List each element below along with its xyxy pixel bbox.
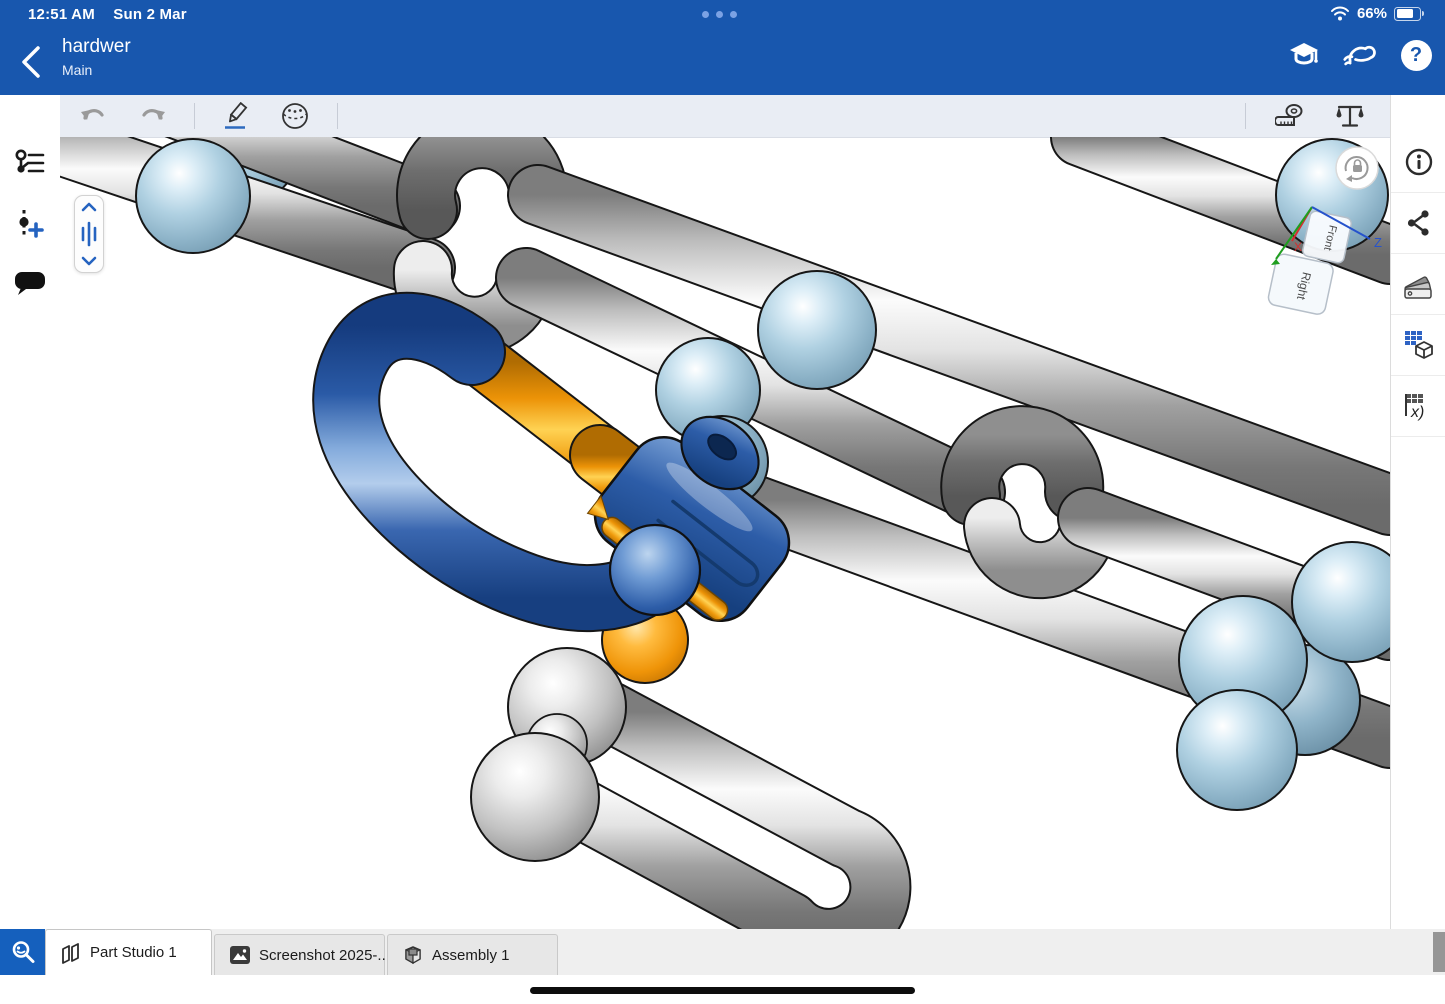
comments-button[interactable] xyxy=(0,255,60,311)
status-time-date: 12:51 AM Sun 2 Mar xyxy=(28,6,187,23)
undo-button[interactable] xyxy=(78,100,110,132)
chain-link-bottom[interactable] xyxy=(471,597,880,929)
assembly-icon xyxy=(402,944,424,966)
left-toolbar xyxy=(0,95,61,929)
part-studio-icon xyxy=(60,942,82,964)
header: 12:51 AM Sun 2 Mar 66% hardwer Main xyxy=(0,0,1445,95)
tab-label: Part Studio 1 xyxy=(90,944,177,961)
bottom-strip xyxy=(0,975,1445,1004)
rotation-lock-button[interactable] xyxy=(1336,147,1378,189)
search-icon xyxy=(10,939,36,965)
nav-row: hardwer Main ? xyxy=(0,30,1445,95)
tab-screenshot[interactable]: Screenshot 2025-... xyxy=(214,934,385,975)
graphics-area: Front Right X Z xyxy=(60,95,1390,929)
chevron-down-icon[interactable] xyxy=(81,256,97,266)
status-date: Sun 2 Mar xyxy=(113,6,186,23)
wifi-icon xyxy=(1330,6,1350,21)
header-actions: ? xyxy=(1287,38,1433,72)
toolbar-separator xyxy=(337,103,338,129)
mass-properties-button[interactable] xyxy=(1334,100,1366,132)
add-mate-connector-button[interactable] xyxy=(0,195,60,251)
redo-button[interactable] xyxy=(136,100,168,132)
status-indicators: 66% xyxy=(1330,5,1421,22)
feature-list-button[interactable] xyxy=(0,135,60,191)
axis-x-label: X xyxy=(1294,240,1302,254)
status-bar: 12:51 AM Sun 2 Mar 66% xyxy=(0,0,1445,30)
right-toolbar: x) xyxy=(1390,95,1445,929)
image-icon xyxy=(229,945,251,965)
share-icon xyxy=(1405,209,1433,237)
shackle-ball-joint[interactable] xyxy=(610,525,700,615)
toolbar-separator xyxy=(1245,103,1246,129)
feature-list-icon xyxy=(14,149,46,177)
axis-z-label: Z xyxy=(1374,235,1382,250)
scrub-slider-icon[interactable] xyxy=(79,221,99,247)
share-button[interactable] xyxy=(1391,192,1445,254)
configurations-icon xyxy=(1403,329,1435,361)
add-mate-connector-icon xyxy=(15,208,45,238)
canvas-toolbar xyxy=(60,95,1390,138)
info-button[interactable] xyxy=(1391,131,1445,193)
battery-icon xyxy=(1394,7,1421,21)
battery-percent: 66% xyxy=(1357,5,1387,22)
multitask-dots-icon xyxy=(702,11,737,18)
3d-viewport[interactable]: Front Right X Z xyxy=(60,137,1390,929)
chain-ball[interactable] xyxy=(136,139,250,253)
info-icon xyxy=(1404,147,1434,177)
document-title: hardwer xyxy=(62,36,131,58)
chevron-up-icon[interactable] xyxy=(81,202,97,212)
variables-button[interactable]: x) xyxy=(1391,375,1445,437)
status-time: 12:51 AM xyxy=(28,6,95,23)
help-icon: ? xyxy=(1410,44,1422,67)
workspace-name: Main xyxy=(62,62,92,78)
tab-bar-filler xyxy=(558,929,1445,975)
tab-label: Assembly 1 xyxy=(432,947,510,964)
configurations-button[interactable] xyxy=(1391,314,1445,376)
sketch-button[interactable] xyxy=(221,100,253,132)
render-mode-button[interactable] xyxy=(279,100,311,132)
tab-assembly[interactable]: Assembly 1 xyxy=(387,934,558,975)
home-indicator[interactable] xyxy=(530,987,915,994)
tab-label: Screenshot 2025-... xyxy=(259,947,390,964)
tab-part-studio[interactable]: Part Studio 1 xyxy=(45,929,212,975)
tab-search-button[interactable] xyxy=(0,929,45,975)
scene-wrap: Front Right X Z xyxy=(60,137,1390,929)
help-button[interactable]: ? xyxy=(1399,38,1433,72)
back-button[interactable] xyxy=(14,42,50,82)
appearance-button[interactable] xyxy=(1391,253,1445,315)
variables-icon: x) xyxy=(1403,391,1435,421)
appearance-swatches-icon xyxy=(1403,269,1435,299)
toolbar-separator xyxy=(194,103,195,129)
variables-glyph: x) xyxy=(1410,404,1424,421)
measure-button[interactable] xyxy=(1274,100,1306,132)
document-tab-bar: Part Studio 1 Screenshot 2025-... Assemb… xyxy=(0,929,1445,975)
comment-icon xyxy=(14,269,46,297)
onshape-app: 12:51 AM Sun 2 Mar 66% hardwer Main xyxy=(0,0,1445,1004)
sync-status-button[interactable] xyxy=(1343,38,1377,72)
rollback-handle[interactable] xyxy=(74,195,104,273)
tab-scrollbar[interactable] xyxy=(1433,932,1445,972)
learning-center-button[interactable] xyxy=(1287,38,1321,72)
